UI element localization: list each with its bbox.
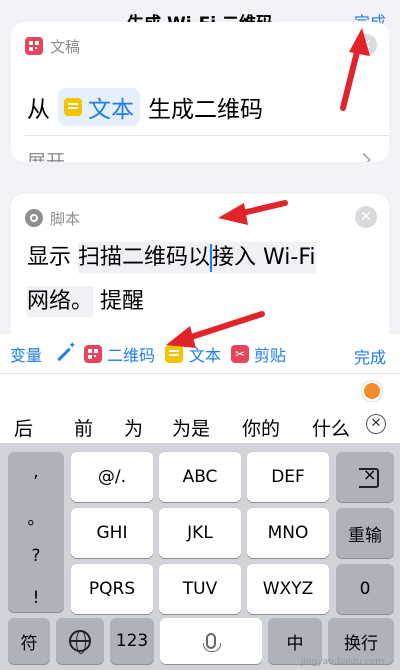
arrow-to-qr-chip <box>166 311 265 348</box>
arrow-to-done <box>340 28 370 111</box>
annotation-arrows <box>166 28 370 348</box>
arrow-to-text <box>218 200 288 225</box>
